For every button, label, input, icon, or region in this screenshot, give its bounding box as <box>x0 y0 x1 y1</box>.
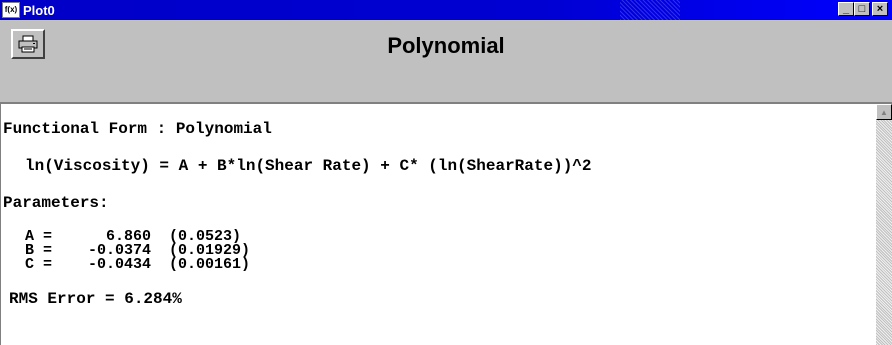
maximize-button[interactable]: □ <box>854 2 870 16</box>
window-title: Plot0 <box>23 2 55 18</box>
minimize-icon: _ <box>842 3 850 15</box>
close-icon: × <box>876 3 884 15</box>
functional-form-line: Functional Form : Polynomial <box>3 120 272 138</box>
vertical-scrollbar[interactable] <box>876 104 892 345</box>
page-title: Polynomial <box>387 33 505 58</box>
close-button[interactable]: × <box>872 2 888 16</box>
parameters-label: Parameters: <box>3 194 109 212</box>
results-panel: Functional Form : Polynomial ln(Viscosit… <box>0 104 876 345</box>
parameter-row-c: C = -0.0434 (0.00161) <box>25 256 251 273</box>
equation-line: ln(Viscosity) = A + B*ln(Shear Rate) + C… <box>25 157 592 175</box>
scroll-up-button[interactable]: ▲ <box>876 104 892 120</box>
arrow-up-icon: ▲ <box>880 107 888 117</box>
function-icon: f(x) <box>2 2 20 18</box>
rms-error-line: RMS Error = 6.284% <box>9 290 182 308</box>
toolbar: Polynomial <box>0 20 892 104</box>
minimize-button[interactable]: _ <box>838 2 854 16</box>
title-bar[interactable]: f(x) Plot0 _ □ × <box>0 0 892 20</box>
title-bar-pattern <box>620 0 680 20</box>
maximize-icon: □ <box>858 3 866 15</box>
